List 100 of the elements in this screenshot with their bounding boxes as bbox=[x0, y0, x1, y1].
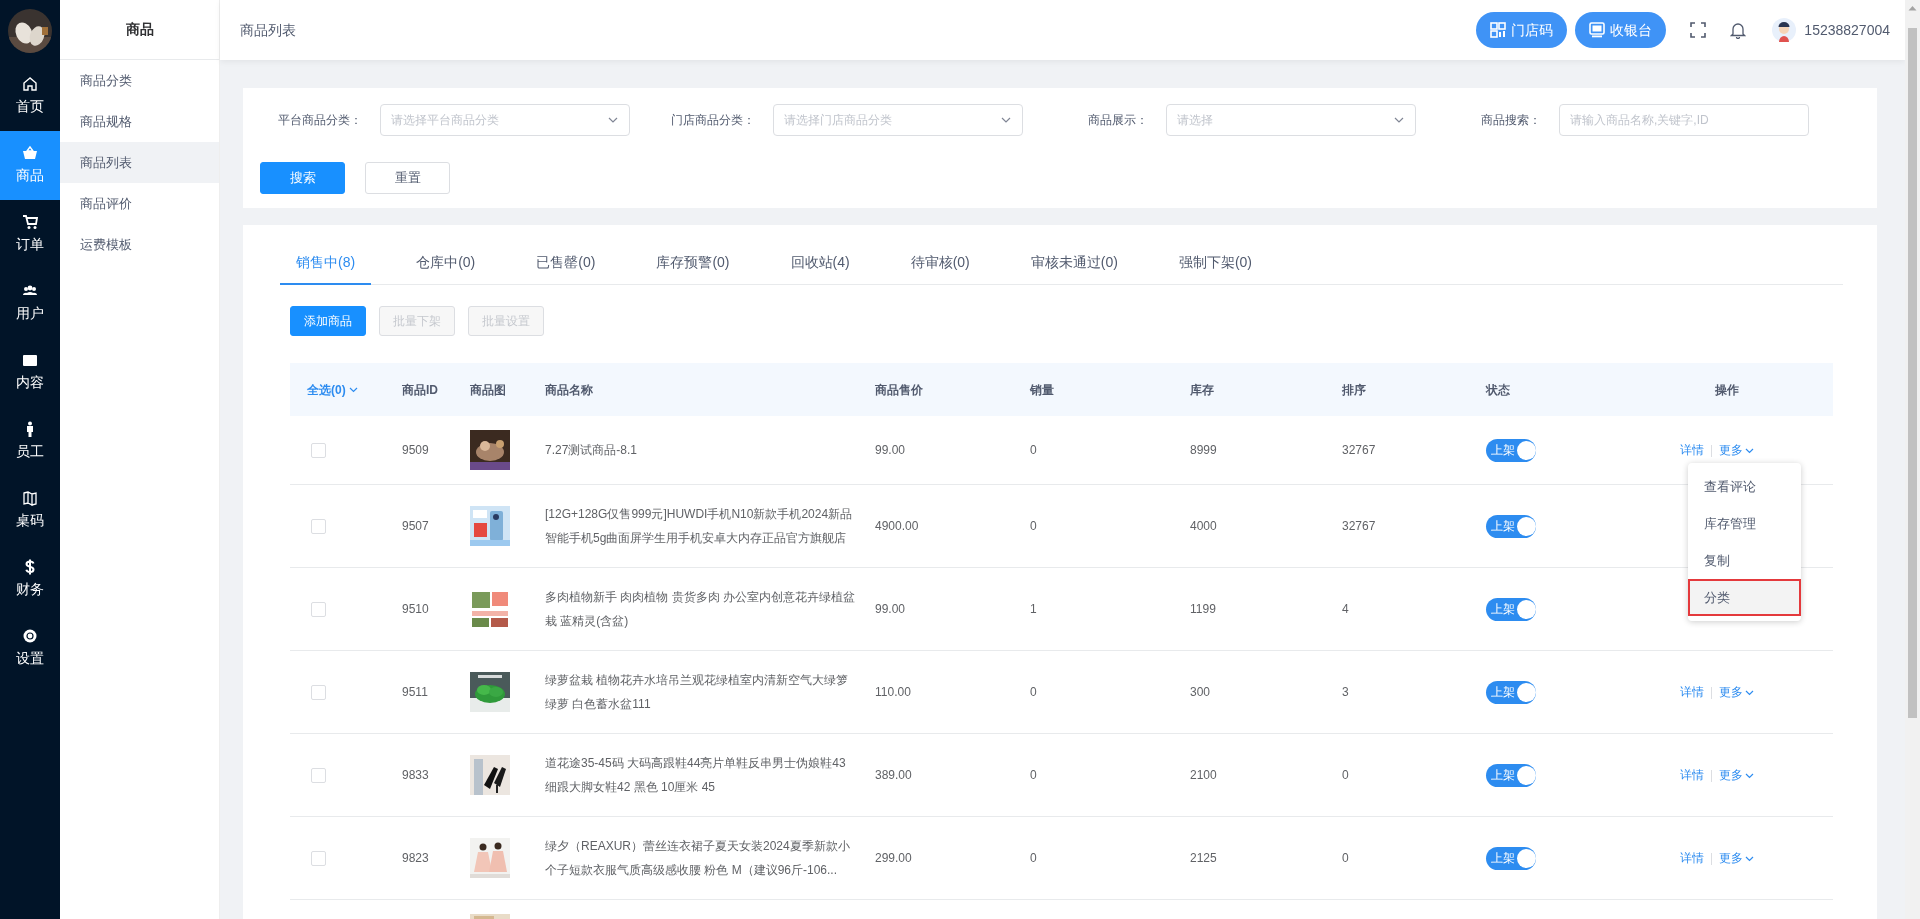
tab[interactable]: 待审核(0) bbox=[894, 242, 986, 285]
detail-link[interactable]: 详情 bbox=[1680, 851, 1704, 865]
chevron-down-icon bbox=[608, 117, 618, 123]
fullscreen-icon[interactable] bbox=[1690, 22, 1707, 38]
nav-item[interactable]: 财务 bbox=[0, 545, 60, 614]
nav-item[interactable]: 首页 bbox=[0, 62, 60, 131]
select-field[interactable]: 请选择门店商品分类 bbox=[773, 104, 1023, 136]
nav-item[interactable]: 桌码 bbox=[0, 476, 60, 545]
table-cell: 389.00 bbox=[875, 768, 912, 782]
tab[interactable]: 回收站(4) bbox=[774, 242, 866, 285]
table-cell: 300 bbox=[1190, 685, 1211, 699]
nav-item[interactable]: 用户 bbox=[0, 269, 60, 338]
chevron-down-icon bbox=[1001, 117, 1011, 123]
qr-code-icon bbox=[1490, 22, 1507, 38]
table-cell: 9823 bbox=[402, 851, 429, 865]
product-name: [12G+128G仅售999元]HUWDI手机N10新款手机2024新品智能手机5g曲面屏学生用手机安卓大内存正品官方旗舰店 bbox=[545, 506, 854, 547]
tab[interactable]: 仓库中(0) bbox=[400, 242, 492, 285]
table-cell: 1 bbox=[1030, 602, 1037, 616]
more-dropdown[interactable]: 更多 bbox=[1719, 685, 1754, 699]
scrollbar[interactable] bbox=[1905, 0, 1920, 919]
field-label: 平台商品分类： bbox=[277, 112, 363, 129]
checkbox[interactable] bbox=[311, 850, 326, 866]
product-name: 道花途35-45码 大码高跟鞋44亮片单鞋反串男士伪娘鞋43细跟大脚女鞋42 黑色 10厘米 45 bbox=[545, 755, 847, 796]
table-cell: 0 bbox=[1342, 851, 1349, 865]
nav-item[interactable]: 内容 bbox=[0, 338, 60, 407]
chevron-down-icon bbox=[1394, 117, 1404, 123]
nav-item[interactable]: 设置 bbox=[0, 614, 60, 683]
search-field[interactable]: 请输入商品名称,关键字,ID bbox=[1559, 104, 1809, 136]
box-icon bbox=[22, 352, 38, 368]
status-toggle[interactable]: 上架 bbox=[1486, 763, 1536, 787]
chevron-down-icon bbox=[1745, 447, 1754, 454]
submenu-item[interactable]: 商品列表 bbox=[60, 142, 219, 183]
table-cell: 4 bbox=[1342, 602, 1349, 616]
table-cell: 0 bbox=[1030, 685, 1037, 699]
product-name: 绿萝盆栽 植物花卉水培吊兰观花绿植室内清新空气大绿箩绿萝 白色蓄水盆111 bbox=[545, 672, 850, 713]
detail-link[interactable]: 详情 bbox=[1680, 685, 1704, 699]
table-cell: 299.00 bbox=[875, 851, 912, 865]
status-toggle[interactable]: 上架 bbox=[1486, 846, 1536, 870]
product-name: 绿夕（REAXUR）蕾丝连衣裙子夏天女装2024夏季新款小个子短款衣服气质高级感收腰 粉色 M（建议96斤-106... bbox=[545, 838, 851, 879]
detail-link[interactable]: 详情 bbox=[1680, 768, 1704, 782]
cart-icon bbox=[22, 214, 38, 230]
table-cell: 0 bbox=[1030, 768, 1037, 782]
table-cell: 99.00 bbox=[875, 443, 906, 457]
gear-icon bbox=[22, 628, 38, 644]
status-toggle[interactable]: 上架 bbox=[1486, 680, 1536, 704]
table-cell: 0 bbox=[1342, 768, 1349, 782]
home-icon bbox=[22, 76, 38, 92]
menu-item[interactable]: 库存管理 bbox=[1688, 505, 1801, 542]
submenu-item[interactable]: 商品分类 bbox=[60, 60, 219, 101]
select-field[interactable]: 请选择平台商品分类 bbox=[380, 104, 630, 136]
table-cell: 8999 bbox=[1190, 443, 1217, 457]
menu-item[interactable]: 查看评论 bbox=[1688, 468, 1801, 505]
tab[interactable]: 强制下架(0) bbox=[1162, 242, 1268, 285]
table-cell: 9510 bbox=[402, 602, 429, 616]
scroll-up-icon bbox=[1908, 5, 1917, 11]
table-cell: 9507 bbox=[402, 519, 429, 533]
tab[interactable]: 库存预警(0) bbox=[640, 242, 746, 285]
checkbox[interactable] bbox=[311, 601, 326, 617]
reset-button[interactable]: 重置 bbox=[365, 162, 450, 194]
table-cell: 0 bbox=[1030, 443, 1037, 457]
column-header: 排序 bbox=[1342, 382, 1366, 397]
table-cell: 32767 bbox=[1342, 519, 1376, 533]
checkbox[interactable] bbox=[311, 684, 326, 700]
column-header: 商品售价 bbox=[875, 382, 923, 397]
checkbox[interactable] bbox=[311, 767, 326, 783]
submenu-item[interactable]: 商品规格 bbox=[60, 101, 219, 142]
tab[interactable]: 销售中(8) bbox=[280, 242, 372, 285]
table-cell: 2125 bbox=[1190, 851, 1217, 865]
status-toggle[interactable]: 上架 bbox=[1486, 514, 1536, 538]
avatar-icon bbox=[1772, 18, 1797, 42]
column-header: 商品图 bbox=[470, 382, 506, 397]
checkbox[interactable] bbox=[311, 442, 326, 458]
more-dropdown[interactable]: 更多 bbox=[1719, 851, 1754, 865]
table-cell: 1199 bbox=[1190, 602, 1216, 616]
table-cell: 9833 bbox=[402, 768, 429, 782]
tab[interactable]: 审核未通过(0) bbox=[1014, 242, 1134, 285]
bell-icon[interactable] bbox=[1730, 21, 1747, 39]
submenu-title: 商品 bbox=[60, 0, 219, 60]
submenu-item[interactable]: 运费模板 bbox=[60, 224, 219, 265]
menu-item[interactable]: 分类 bbox=[1688, 579, 1801, 616]
chevron-down-icon bbox=[1745, 689, 1754, 696]
chevron-down-icon bbox=[348, 387, 358, 394]
user-name: 15238827004 bbox=[1804, 20, 1890, 40]
status-toggle[interactable]: 上架 bbox=[1486, 597, 1536, 621]
nav-item[interactable]: 员工 bbox=[0, 407, 60, 476]
detail-link[interactable]: 详情 bbox=[1680, 443, 1704, 457]
map-icon bbox=[22, 490, 38, 506]
status-toggle[interactable]: 上架 bbox=[1486, 438, 1536, 462]
menu-item[interactable]: 复制 bbox=[1688, 542, 1801, 579]
table-cell: 2100 bbox=[1190, 768, 1217, 782]
nav-item[interactable]: 订单 bbox=[0, 200, 60, 269]
select-field[interactable]: 请选择 bbox=[1166, 104, 1416, 136]
checkbox[interactable] bbox=[311, 518, 326, 534]
more-dropdown[interactable]: 更多 bbox=[1719, 443, 1754, 457]
tab[interactable]: 已售罄(0) bbox=[520, 242, 612, 285]
more-dropdown[interactable]: 更多 bbox=[1719, 768, 1754, 782]
table-cell: 9511 bbox=[402, 685, 428, 699]
table-cell: 3 bbox=[1342, 685, 1349, 699]
submenu-item[interactable]: 商品评价 bbox=[60, 183, 219, 224]
column-header: 操作 bbox=[1714, 382, 1739, 397]
